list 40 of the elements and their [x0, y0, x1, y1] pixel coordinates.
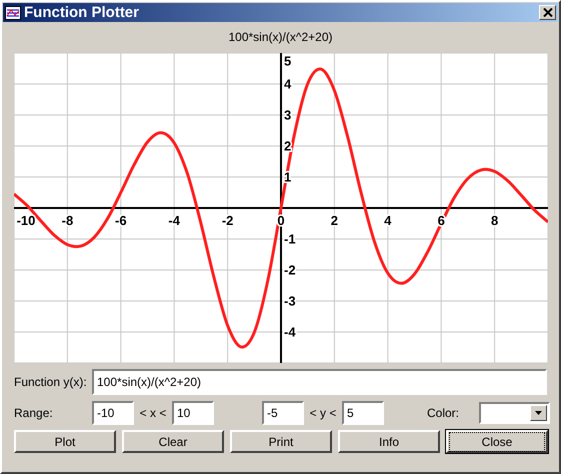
dialog-button[interactable]: Close	[446, 430, 548, 453]
y-tick-label: 3	[284, 108, 292, 122]
x-range-label: < x <	[138, 406, 168, 420]
dropdown-button[interactable]	[530, 405, 547, 421]
x-tick-label: -10	[16, 213, 36, 228]
y-tick-label: -1	[284, 232, 296, 246]
x-tick-label: 6	[438, 213, 445, 228]
x-min-field[interactable]: -10	[92, 401, 134, 425]
y-tick-label: -2	[284, 262, 296, 278]
chart-title: 100*sin(x)/(x^2+20)	[227, 30, 334, 46]
x-tick-label: 8	[490, 213, 498, 228]
color-label: Color:	[427, 406, 460, 420]
y-tick-label: 5	[284, 54, 292, 68]
y-range-label: < y <	[308, 406, 338, 420]
x-tick-label: -8	[62, 213, 74, 228]
function-field[interactable]: 100*sin(x)/(x^2+20)	[92, 369, 547, 395]
x-tick-label: 4	[384, 213, 392, 228]
x-tick-label: -4	[168, 213, 180, 228]
dialog-button[interactable]: Plot	[14, 430, 116, 453]
y-tick-label: -3	[284, 294, 296, 308]
close-button[interactable]	[539, 5, 556, 20]
close-icon	[542, 8, 552, 17]
x-max-field[interactable]: 10	[172, 401, 214, 425]
window-title: Function Plotter	[24, 4, 140, 21]
y-tick-label: 2	[284, 138, 292, 154]
x-tick-label: -2	[222, 213, 234, 228]
function-label: Function y(x):	[14, 375, 88, 389]
chart-icon	[5, 6, 21, 20]
x-tick-label: -6	[115, 213, 127, 228]
color-dropdown[interactable]	[479, 402, 550, 424]
x-tick-label: 2	[330, 213, 338, 228]
y-tick-label: -4	[284, 324, 296, 340]
caret-icon	[535, 411, 542, 415]
y-min-field[interactable]: -5	[262, 401, 304, 425]
y-max-field[interactable]: 5	[342, 401, 384, 425]
dialog-button[interactable]: Clear	[122, 430, 224, 453]
dialog-button[interactable]: Info	[338, 430, 440, 453]
y-tick-label: 4	[284, 76, 292, 92]
range-label: Range:	[14, 406, 54, 420]
dialog-button[interactable]: Print	[230, 430, 332, 453]
